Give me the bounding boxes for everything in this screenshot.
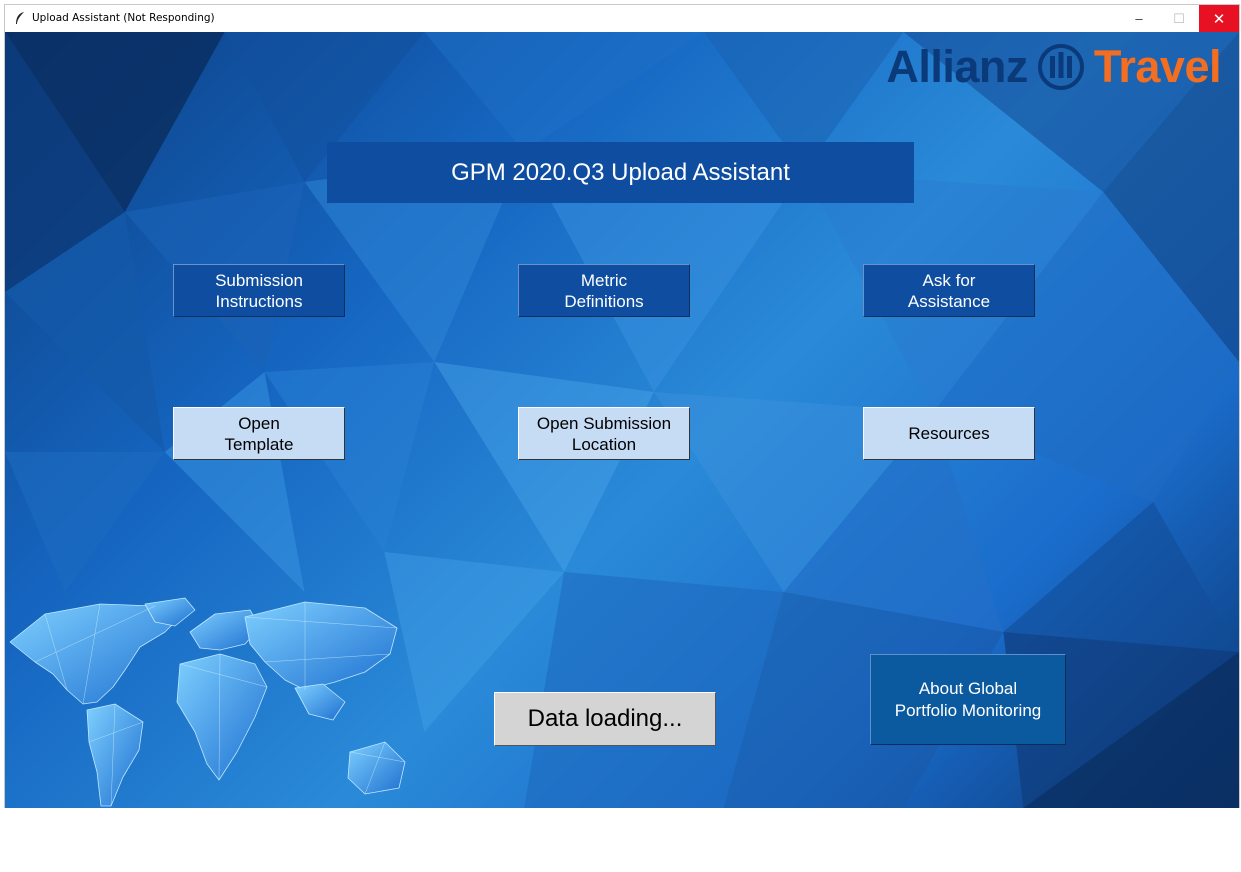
- brand-travel: Travel: [1093, 41, 1222, 92]
- open-template-button[interactable]: Open Template: [173, 407, 345, 460]
- submission-instructions-button[interactable]: Submission Instructions: [173, 264, 345, 317]
- resources-button[interactable]: Resources: [863, 407, 1035, 460]
- maximize-button[interactable]: ☐: [1159, 5, 1199, 32]
- data-loading-button[interactable]: Data loading...: [494, 692, 716, 746]
- title-bar[interactable]: Upload Assistant (Not Responding) – ☐ ✕: [5, 5, 1239, 32]
- open-submission-location-button[interactable]: Open Submission Location: [518, 407, 690, 460]
- page-title: GPM 2020.Q3 Upload Assistant: [327, 142, 914, 203]
- allianz-eagle-icon: [1037, 44, 1084, 90]
- app-window: Upload Assistant (Not Responding) – ☐ ✕: [4, 4, 1240, 808]
- main-canvas: Allianz Travel GPM 2020.Q3 Upload Assist…: [5, 32, 1239, 808]
- metric-definitions-button[interactable]: Metric Definitions: [518, 264, 690, 317]
- close-button[interactable]: ✕: [1199, 5, 1239, 32]
- feather-icon: [16, 12, 24, 24]
- brand-allianz: Allianz: [886, 41, 1028, 92]
- about-global-portfolio-monitoring-button[interactable]: About Global Portfolio Monitoring: [870, 654, 1066, 745]
- world-map-image: [9, 597, 406, 807]
- allianz-travel-logo: Allianz Travel: [886, 40, 1221, 94]
- window-title: Upload Assistant (Not Responding): [32, 12, 215, 24]
- ask-for-assistance-button[interactable]: Ask for Assistance: [863, 264, 1035, 317]
- minimize-button[interactable]: –: [1119, 5, 1159, 32]
